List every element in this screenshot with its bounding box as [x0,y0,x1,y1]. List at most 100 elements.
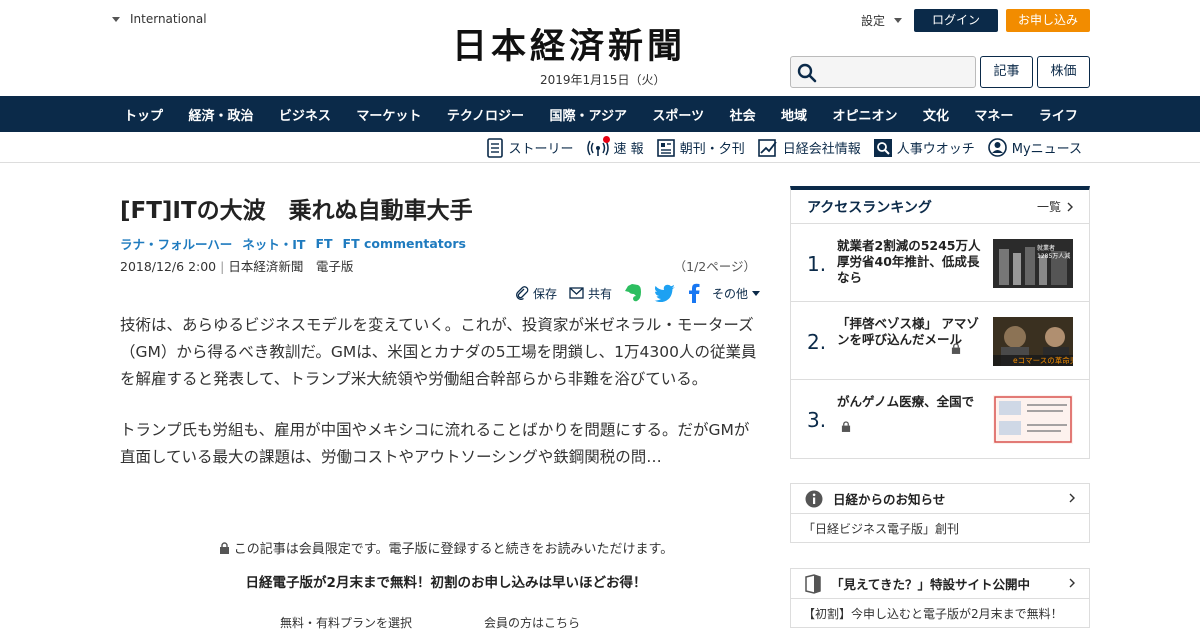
meta-divider: | [220,258,225,274]
caret-down-icon [752,290,760,296]
promo-text: 日経電子版が2月末まで無料！初割のお申し込みは早いほどお得！ [245,575,647,591]
nav-society[interactable]: 社会 [718,105,768,124]
login-button[interactable]: ログイン [914,9,998,32]
info-icon [805,490,823,507]
special-site-box: 「見えてきた？」特設サイト公開中 【初割】今申し込むと電子版が2月末まで無料！ [790,568,1090,628]
article-paragraph: 技術は、あらゆるビジネスモデルを変えていく。これが、投資家が米ゼネラル・モーター… [120,316,757,388]
special-site-header[interactable]: 「見えてきた？」特設サイト公開中 [791,569,1089,599]
site-header: International 日本経済新聞 2019年1月15日（火） 設定 ログ… [0,0,1200,96]
nav-life[interactable]: ライフ [1027,105,1090,124]
nikkei-notice-box: 日経からのお知らせ 「日経ビジネス電子版」創刊 [790,483,1090,543]
lock-icon [219,541,229,554]
signup-button[interactable]: お申し込み [1006,9,1090,32]
subnav-personnel[interactable]: 人事ウオッチ [873,138,975,157]
ranking-thumbnail: 就業者 1285万人減 [993,239,1073,288]
paywall-note: この記事は会員限定です。電子版に登録すると続きをお読みいただけます。 [233,542,674,557]
nav-technology[interactable]: テクノロジー [435,105,536,124]
settings-menu[interactable]: 設定 [861,12,903,29]
mail-icon [569,287,584,299]
article-meta: 2018/12/6 2:00 | 日本経済新聞 電子版 （1/2ページ） [120,254,760,276]
search-input[interactable] [821,61,971,83]
nav-market[interactable]: マーケット [344,105,433,124]
article-datetime: 2018/12/6 2:00 [120,258,217,274]
subnav-personnel-label: 人事ウオッチ [896,142,975,157]
special-site-title: 「見えてきた？」特設サイト公開中 [831,577,1031,592]
ranking-item[interactable]: 3. がんゲノム医療、全国で [791,380,1089,458]
share-other-label: その他 [711,286,748,301]
document-icon [486,137,503,158]
article-title: [FT]ITの大波 乗れぬ自動車大手 [120,198,473,224]
notice-link[interactable]: 「日経ビジネス電子版」創刊 [791,514,1089,542]
nav-top[interactable]: トップ [112,105,175,124]
tag-net-it[interactable]: ネット・IT [242,234,305,253]
tag-author[interactable]: ラナ・フォルーハー [120,234,232,253]
article-paragraph: トランプ氏も労組も、雇用が中国やメキシコに流れることばかりを問題にする。だがGM… [120,421,750,466]
ranking-thumbnail [993,395,1073,444]
settings-label: 設定 [861,14,886,28]
access-ranking: アクセスランキング 一覧 1. 就業者2割減の5245万人 厚労省40年推計、低… [790,186,1090,459]
ranking-item[interactable]: 2. 「拝啓ベゾス様」 アマゾンを呼び込んだメール eコマースの革命児 [791,302,1089,380]
article-search-button[interactable]: 記事 [980,56,1033,88]
newspaper-icon [656,138,675,157]
subnav-story[interactable]: ストーリー [486,137,574,158]
subnav-mynews-label: Myニュース [1011,142,1082,157]
ranking-headline: 就業者2割減の5245万人 厚労省40年推計、低成長なら [837,238,981,285]
save-button[interactable]: 保存 [515,285,557,302]
ranking-title: アクセスランキング [807,199,932,216]
nav-business[interactable]: ビジネス [267,105,343,124]
special-site-link[interactable]: 【初割】今申し込むと電子版が2月末まで無料！ [791,599,1089,627]
ranking-more-link[interactable]: 一覧 [1037,198,1073,215]
chevron-right-icon [1069,578,1075,588]
nav-opinion[interactable]: オピニオン [821,105,910,124]
nikkei-logo[interactable]: 日本経済新聞 [452,28,748,66]
ranking-thumbnail: eコマースの革命児 [993,317,1073,366]
tag-ft[interactable]: FT [315,236,332,251]
caret-down-icon [894,18,903,23]
subnav-mynews[interactable]: Myニュース [987,138,1082,157]
header-date: 2019年1月15日（火） [540,73,666,87]
tag-ft-commentators[interactable]: FT commentators [343,236,466,251]
nav-sports[interactable]: スポーツ [640,105,716,124]
subnav-company[interactable]: 日経会社情報 [757,138,861,157]
edition-selector[interactable]: International [112,12,207,26]
ranking-headline: 「拝啓ベゾス様」 アマゾンを呼び込んだメール [837,316,979,347]
nav-money[interactable]: マネー [962,105,1025,124]
share-bar: 保存 共有 その他 [120,278,760,308]
stock-search-button[interactable]: 株価 [1037,56,1090,88]
shield-icon [805,573,821,594]
notice-title: 日経からのお知らせ [833,492,946,507]
article-tags: ラナ・フォルーハー ネット・IT FT FT commentators [120,232,760,254]
chart-icon [757,138,777,157]
ranking-headline: がんゲノム医療、全国で [837,394,975,409]
notice-header[interactable]: 日経からのお知らせ [791,484,1089,514]
twitter-icon[interactable] [654,284,676,302]
save-label: 保存 [532,286,557,301]
nav-international-asia[interactable]: 国際・アジア [537,105,638,124]
page-indicator: （1/2ページ） [673,258,756,274]
member-login-link[interactable]: 会員の方はこちら [484,614,580,631]
main-nav: トップ 経済・政治 ビジネス マーケット テクノロジー 国際・アジア スポーツ … [0,96,1200,132]
lock-icon [951,343,961,354]
share-other-menu[interactable]: その他 [712,285,760,302]
article-source: 日本経済新聞 電子版 [228,258,354,274]
evernote-icon[interactable] [624,283,642,303]
edition-label: International [130,12,207,26]
nav-economy-politics[interactable]: 経済・政治 [176,105,265,124]
subnav-story-label: ストーリー [508,142,574,157]
facebook-icon[interactable] [688,283,700,303]
subnav-company-label: 日経会社情報 [782,142,861,157]
paperclip-icon [516,286,529,300]
plan-select-link[interactable]: 無料・有料プランを選択 [280,614,412,631]
nav-culture[interactable]: 文化 [911,105,961,124]
subnav-paper-label: 朝刊・夕刊 [679,142,745,157]
search-icon[interactable] [797,63,817,83]
share-button[interactable]: 共有 [569,285,612,302]
new-indicator-dot [602,136,610,143]
chevron-right-icon [1069,493,1075,503]
user-icon [987,138,1007,157]
subnav-paper[interactable]: 朝刊・夕刊 [656,138,745,157]
article-body: 技術は、あらゆるビジネスモデルを変えていく。これが、投資家が米ゼネラル・モーター… [120,312,760,471]
nav-region[interactable]: 地域 [769,105,819,124]
subnav-breaking[interactable]: 速 報 [586,136,644,157]
ranking-item[interactable]: 1. 就業者2割減の5245万人 厚労省40年推計、低成長なら 就業者 1285… [791,224,1089,302]
